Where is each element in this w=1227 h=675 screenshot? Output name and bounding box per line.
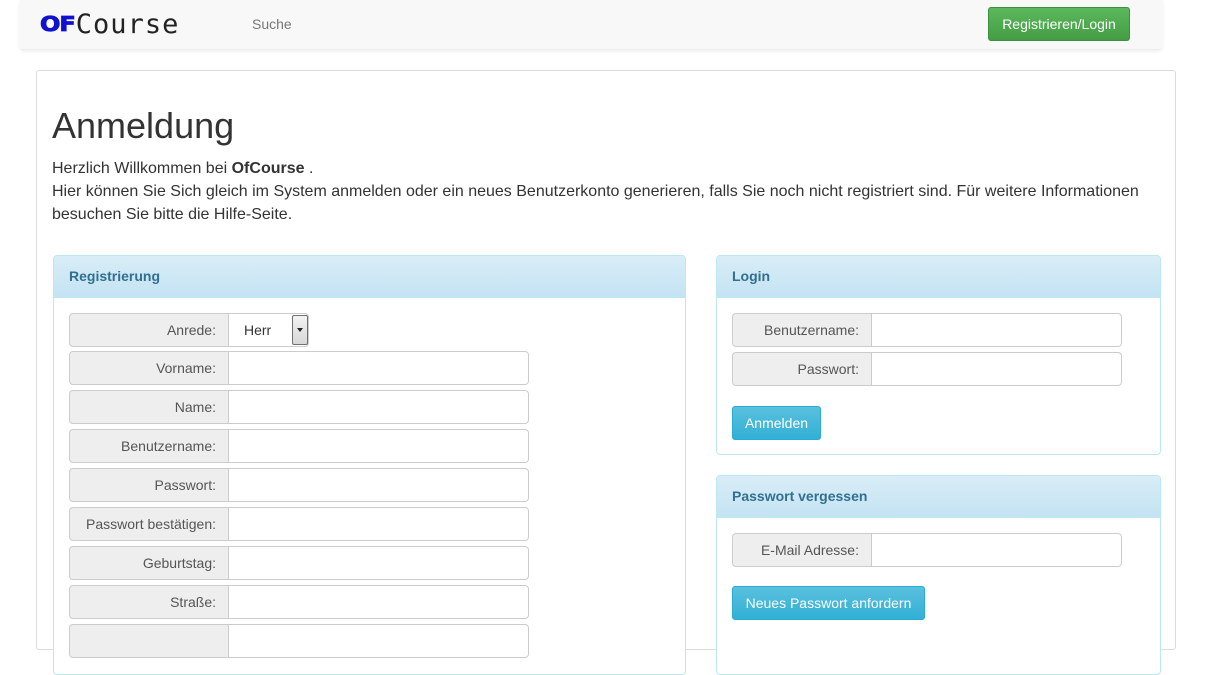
login-password-input[interactable] bbox=[872, 352, 1122, 386]
intro-brand: OfCourse bbox=[231, 160, 305, 177]
passwort-input[interactable] bbox=[229, 468, 529, 502]
registration-panel: Registrierung Anrede: Herr Vorname: Name… bbox=[53, 255, 686, 675]
register-login-button[interactable]: Registrieren/Login bbox=[988, 7, 1130, 41]
login-submit-button[interactable]: Anmelden bbox=[732, 406, 821, 440]
geburtstag-row: Geburtstag: bbox=[69, 546, 529, 580]
registration-heading: Registrierung bbox=[54, 256, 685, 298]
name-label: Name: bbox=[69, 390, 229, 424]
intro-prefix: Herzlich Willkommen bei bbox=[52, 160, 228, 177]
vorname-row: Vorname: bbox=[69, 351, 529, 385]
email-row: E-Mail Adresse: bbox=[732, 533, 1122, 567]
anrede-selected-value: Herr bbox=[244, 322, 272, 338]
name-input[interactable] bbox=[229, 390, 529, 424]
search-link[interactable]: Suche bbox=[252, 16, 292, 32]
brand-mark: OF bbox=[40, 12, 77, 37]
name-row: Name: bbox=[69, 390, 529, 424]
login-heading: Login bbox=[717, 256, 1160, 298]
navbar: OF Course Suche Registrieren/Login bbox=[20, 0, 1162, 50]
passwort-bestaetigen-input[interactable] bbox=[229, 507, 529, 541]
login-password-row: Passwort: bbox=[732, 352, 1122, 386]
passwort-bestaetigen-row: Passwort bestätigen: bbox=[69, 507, 529, 541]
strasse-label: Straße: bbox=[69, 585, 229, 619]
intro-description: Hier können Sie Sich gleich im System an… bbox=[52, 183, 1139, 223]
passwort-label: Passwort: bbox=[69, 468, 229, 502]
anrede-row: Anrede: Herr bbox=[69, 313, 309, 347]
anrede-select[interactable]: Herr bbox=[229, 313, 309, 347]
email-input[interactable] bbox=[872, 533, 1122, 567]
login-username-row: Benutzername: bbox=[732, 313, 1122, 347]
passwort-bestaetigen-label: Passwort bestätigen: bbox=[69, 507, 229, 541]
brand-text: Course bbox=[75, 8, 180, 40]
login-password-label: Passwort: bbox=[732, 352, 872, 386]
password-reset-panel: Passwort vergessen E-Mail Adresse: Neues… bbox=[716, 475, 1161, 675]
passwort-row: Passwort: bbox=[69, 468, 529, 502]
benutzername-input[interactable] bbox=[229, 429, 529, 463]
next-row-partial bbox=[69, 624, 529, 658]
anrede-label: Anrede: bbox=[69, 313, 229, 347]
login-username-input[interactable] bbox=[872, 313, 1122, 347]
login-panel: Login Benutzername: Passwort: Anmelden bbox=[716, 255, 1161, 455]
geburtstag-label: Geburtstag: bbox=[69, 546, 229, 580]
next-row-label bbox=[69, 624, 229, 658]
main-container: Anmeldung Herzlich Willkommen bei OfCour… bbox=[36, 70, 1176, 675]
geburtstag-input[interactable] bbox=[229, 546, 529, 580]
email-label: E-Mail Adresse: bbox=[732, 533, 872, 567]
request-password-button[interactable]: Neues Passwort anfordern bbox=[732, 586, 925, 620]
login-username-label: Benutzername: bbox=[732, 313, 872, 347]
password-reset-heading: Passwort vergessen bbox=[717, 476, 1160, 518]
dropdown-arrow-icon[interactable] bbox=[292, 315, 308, 345]
strasse-row: Straße: bbox=[69, 585, 529, 619]
next-row-input[interactable] bbox=[229, 624, 529, 658]
benutzername-label: Benutzername: bbox=[69, 429, 229, 463]
brand-logo[interactable]: OF Course bbox=[40, 8, 179, 40]
page-title: Anmeldung bbox=[52, 105, 235, 146]
benutzername-row: Benutzername: bbox=[69, 429, 529, 463]
vorname-label: Vorname: bbox=[69, 351, 229, 385]
intro-text-block: Herzlich Willkommen bei OfCourse . Hier … bbox=[52, 157, 1152, 226]
vorname-input[interactable] bbox=[229, 351, 529, 385]
intro-suffix: . bbox=[308, 160, 314, 177]
strasse-input[interactable] bbox=[229, 585, 529, 619]
